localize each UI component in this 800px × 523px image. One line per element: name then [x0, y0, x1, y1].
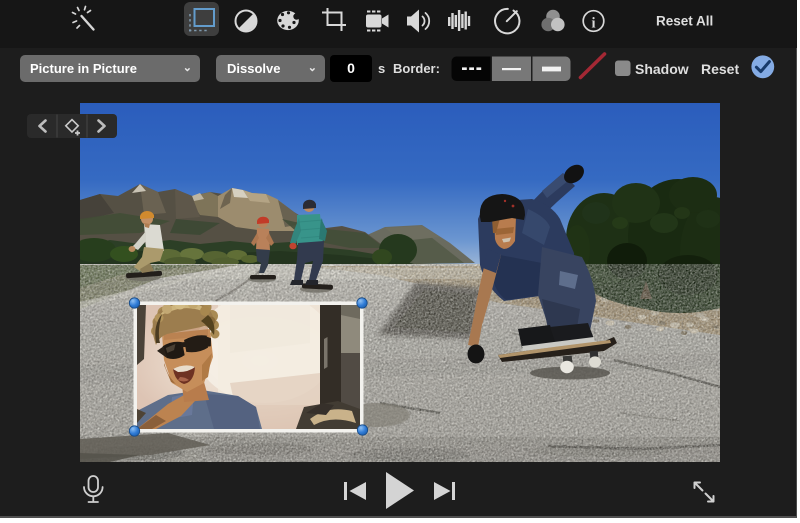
svg-text:i: i [591, 16, 595, 32]
svg-text:Reset All: Reset All [656, 14, 713, 29]
